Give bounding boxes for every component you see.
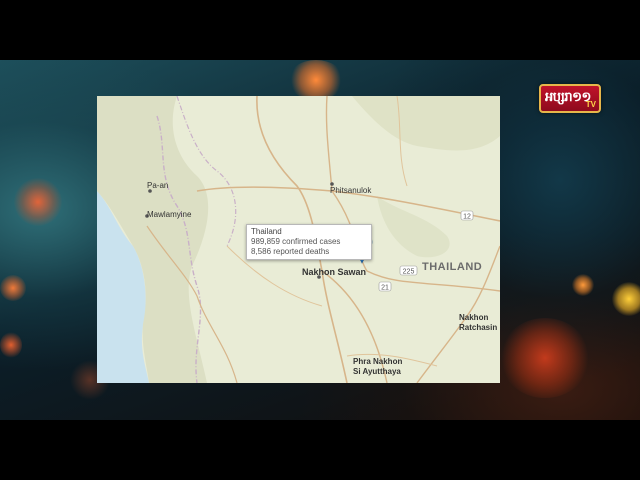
map-view[interactable]: 12 225 21 Pa-an Mawlamyine Phitsanulok N…: [97, 96, 500, 383]
bokeh-light: [14, 178, 62, 226]
city-label-pa-an: Pa-an: [147, 181, 168, 190]
case-popup: Thailand 989,859 confirmed cases 8,586 r…: [246, 224, 372, 260]
popup-country: Thailand: [251, 227, 282, 236]
city-label-nakhon-sawan: Nakhon Sawan: [302, 267, 366, 277]
highway-shield-21: 21: [378, 281, 392, 292]
bokeh-light: [572, 274, 594, 296]
channel-logo-brand: អប្សរា១១: [545, 89, 591, 104]
city-label-mawlamyine: Mawlamyine: [147, 210, 192, 219]
bokeh-light: [288, 60, 344, 100]
city-label-nakhon-ratchasima-2: Ratchasin: [459, 323, 497, 332]
country-label: THAILAND: [422, 261, 482, 273]
highway-shield-12-label: 12: [463, 214, 471, 221]
letterbox-top: [0, 0, 640, 60]
popup-reported-deaths: 8,586 reported deaths: [251, 247, 330, 256]
city-label-phra-nakhon: Phra Nakhon: [353, 357, 402, 366]
city-label-nakhon-ratchasima: Nakhon: [459, 313, 488, 322]
highway-shield-21-label: 21: [381, 285, 389, 292]
letterbox-bottom: [0, 420, 640, 480]
city-label-phitsanulok: Phitsanulok: [330, 186, 372, 195]
channel-logo-tv: TV: [585, 100, 596, 109]
highway-shield-225-label: 225: [403, 269, 415, 276]
bokeh-light: [612, 282, 640, 316]
popup-confirmed-cases: 989,859 confirmed cases: [251, 237, 341, 246]
bokeh-light: [0, 332, 22, 358]
highway-shield-12: 12: [460, 210, 474, 221]
channel-logo: អប្សរា១១ TV: [539, 84, 601, 113]
highway-shield-225: 225: [399, 265, 418, 276]
city-label-si-ayutthaya: Si Ayutthaya: [353, 367, 401, 376]
bokeh-light: [500, 318, 590, 398]
bokeh-light: [0, 275, 26, 301]
